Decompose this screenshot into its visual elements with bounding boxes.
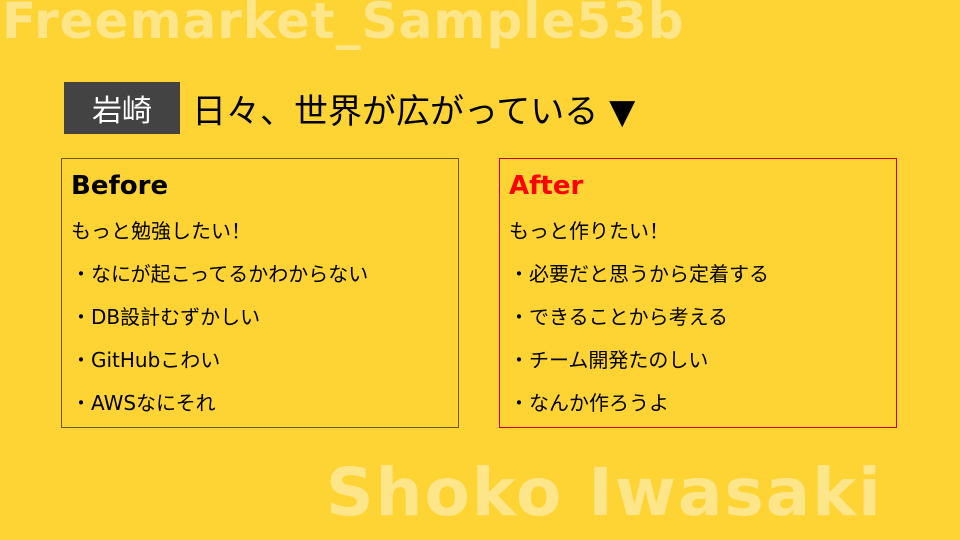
after-title: After [509,171,584,201]
before-line: ・AWSなにそれ [71,391,216,415]
before-box: Before もっと勉強したい！ ・なにが起こってるかわからない ・DB設計むず… [61,158,459,428]
before-title: Before [71,171,169,201]
after-line: もっと作りたい！ [509,219,669,243]
slide-header: 岩崎 日々、世界が広がっている ▼ [64,82,635,134]
after-box: After もっと作りたい！ ・必要だと思うから定着する ・できることから考える… [499,158,897,428]
watermark-author: Shoko Iwasaki [326,454,883,531]
name-badge: 岩崎 [64,82,180,134]
after-line: ・できることから考える [509,305,728,329]
after-line: ・なんか作ろうよ [509,391,669,415]
before-line: ・GitHubこわい [71,348,221,372]
slide-headline: 日々、世界が広がっている ▼ [192,91,636,132]
after-line: ・必要だと思うから定着する [509,262,769,286]
before-line: ・なにが起こってるかわからない [71,262,369,286]
before-line: もっと勉強したい！ [71,219,251,243]
watermark-title: Freemarket_Sample53b [2,0,685,50]
after-line: ・チーム開発たのしい [509,348,709,372]
before-line: ・DB設計むずかしい [71,305,261,329]
